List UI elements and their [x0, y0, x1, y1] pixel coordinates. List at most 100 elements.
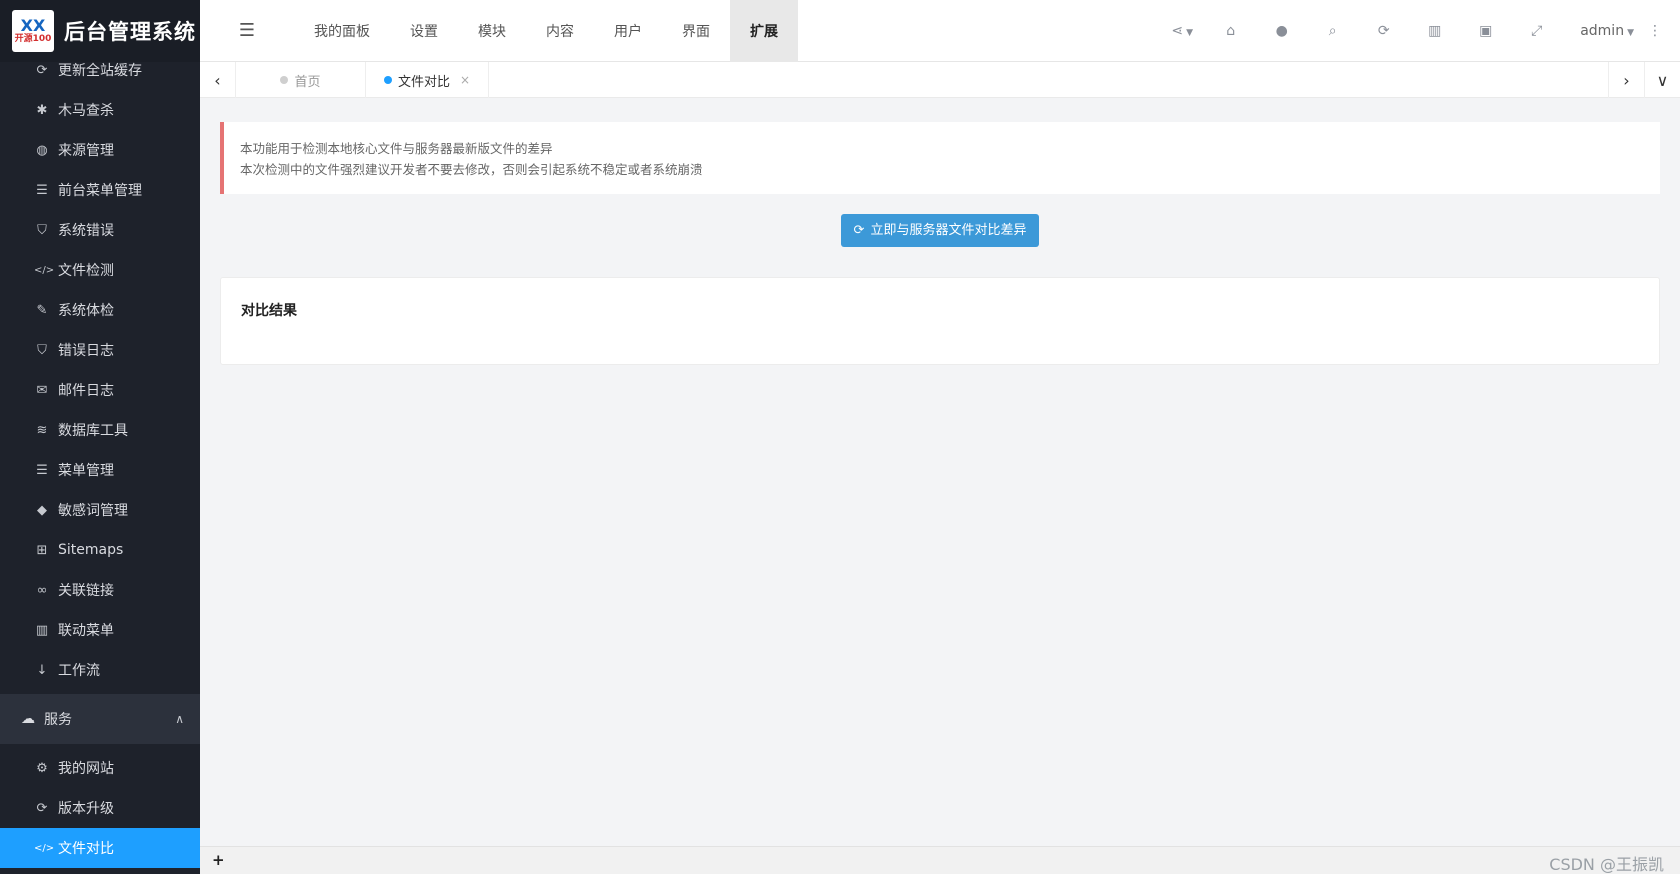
sidebar-toggle-icon[interactable]: ☰ [200, 0, 294, 62]
result-title: 对比结果 [241, 303, 297, 319]
tab-dot-active [384, 76, 392, 84]
columns-icon: ▥ [35, 622, 49, 638]
sidebar-item[interactable]: ▥ 联动菜单 [0, 610, 200, 650]
sidebar-item-label: 文件检测 [58, 263, 114, 279]
sidebar-item-label: 数据库工具 [58, 423, 128, 439]
wrench-icon: ✎ [36, 302, 48, 318]
nav-tab[interactable]: 扩展 [730, 0, 798, 62]
refresh-icon[interactable]: ⟳ [1358, 23, 1409, 39]
list-icon: ☰ [36, 462, 48, 478]
user-icon[interactable]: ● [1256, 23, 1307, 39]
sidebar-item[interactable]: ⚙ 我的网站 [0, 748, 200, 788]
tab-home[interactable]: 首页 [236, 62, 366, 98]
gear-icon: ⚙ [36, 760, 48, 776]
main-content: 本功能用于检测本地核心文件与服务器最新版文件的差异 本次检测中的文件强烈建议开发… [220, 122, 1660, 365]
sidebar-item[interactable]: ◍ 来源管理 [0, 130, 200, 170]
sidebar-item-label: 菜单管理 [58, 463, 114, 479]
mail-icon: ✉ [36, 382, 48, 398]
nav-tab[interactable]: 用户 [594, 0, 662, 62]
tabs-menu-icon[interactable]: ∨ [1644, 62, 1680, 98]
refresh-icon-glyph: ⟳ [1377, 23, 1390, 39]
user-name: admin [1580, 23, 1625, 39]
info-alert: 本功能用于检测本地核心文件与服务器最新版文件的差异 本次检测中的文件强烈建议开发… [220, 122, 1660, 194]
globe-icon: ◍ [36, 142, 48, 158]
sidebar-item[interactable]: ∞ 关联链接 [0, 570, 200, 610]
shield-icon: ⛉ [37, 222, 47, 238]
refresh-icon: ⟳ [36, 62, 48, 78]
nav-tab[interactable]: 我的面板 [294, 0, 390, 62]
sidebar-item[interactable]: ◆ 敏感词管理 [0, 490, 200, 530]
fullscreen-icon[interactable]: ⤢ [1511, 23, 1562, 39]
tabs-prev-icon[interactable]: ‹ [200, 62, 236, 98]
sidebar-item-label: Sitemaps [58, 542, 124, 558]
sidebar-item[interactable]: ☰ 前台菜单管理 [0, 170, 200, 210]
action-row: ⟳ 立即与服务器文件对比差异 [220, 214, 1660, 247]
trash-icon[interactable]: ▥ [1409, 23, 1460, 39]
sidebar-item-label: 错误日志 [58, 343, 114, 359]
home-icon[interactable]: ⌂ [1205, 23, 1256, 39]
compare-button[interactable]: ⟳ 立即与服务器文件对比差异 [841, 214, 1039, 247]
add-icon[interactable]: + [212, 851, 225, 869]
code-icon: </> [34, 264, 55, 276]
sidebar-item-label: 联动菜单 [58, 623, 114, 639]
sidebar-menu: ⟳ 更新全站缓存 ✱ 木马查杀 ◍ 来源管理 ☰ 前台菜单管理 ⛉ 系统错误 </> 文件检测 ✎ 系统体… [0, 50, 200, 868]
sidebar-item[interactable]: ⟳ 更新全站缓存 [0, 50, 200, 90]
sidebar-item[interactable]: ≋ 数据库工具 [0, 410, 200, 450]
app-title: 后台管理系统 [64, 20, 196, 44]
share-icon[interactable]: ⋖ ▼ [1159, 23, 1205, 39]
logo-mark-bottom: 开源100 [14, 34, 52, 44]
more-icon[interactable]: ⋮ [1648, 23, 1662, 39]
tab-file-compare[interactable]: 文件对比 × [366, 62, 490, 98]
watermark: CSDN @王振凯 [1549, 855, 1664, 874]
list-icon: ☰ [36, 182, 48, 198]
top-header: ☰ 我的面板 设置 模块 内容 用户 界面 扩展 ⋖ ▼ ⌂ ● ⌕ ⟳ ▥ ▣ ⤢ admin ▼ ⋮ [200, 0, 1680, 62]
sidebar-item-label: 版本升级 [58, 801, 114, 817]
sidebar-item[interactable]: ⟳ 版本升级 [0, 788, 200, 828]
tab-dot [280, 76, 289, 84]
sidebar-group-service[interactable]: ☁ 服务 ∧ [0, 694, 200, 744]
nav-tab[interactable]: 模块 [458, 0, 526, 62]
nav-tab[interactable]: 设置 [390, 0, 458, 62]
sidebar-item-label: 来源管理 [58, 143, 114, 159]
user-menu[interactable]: admin ▼ [1580, 23, 1634, 39]
tab-file-compare-label: 文件对比 [398, 74, 451, 90]
refresh-icon: ⟳ [853, 223, 865, 238]
caret-down-icon: ▼ [1627, 28, 1634, 38]
trash-icon-glyph: ▥ [1428, 23, 1442, 39]
nav-tab[interactable]: 界面 [662, 0, 730, 62]
sidebar-item-label: 我的网站 [58, 761, 114, 777]
fullscreen-icon-glyph: ⤢ [1531, 23, 1543, 39]
result-card: 对比结果 [220, 277, 1660, 365]
caret-down-icon: ▼ [1186, 28, 1194, 38]
header-tools: ⋖ ▼ ⌂ ● ⌕ ⟳ ▥ ▣ ⤢ admin ▼ ⋮ [1159, 0, 1662, 62]
tag-icon: ◆ [37, 502, 47, 518]
shield-icon: ⛉ [37, 342, 47, 358]
chevron-up-icon[interactable]: ∧ [175, 712, 184, 726]
sidebar-item-label: 工作流 [58, 663, 100, 679]
user-icon-glyph: ● [1275, 23, 1288, 39]
sidebar-item[interactable]: ↓ 工作流 [0, 650, 200, 690]
compare-button-label: 立即与服务器文件对比差异 [870, 223, 1027, 238]
sidebar-item[interactable]: </> 文件检测 [0, 250, 200, 290]
code-icon: </> [34, 842, 55, 854]
sidebar-item[interactable]: ⛉ 错误日志 [0, 330, 200, 370]
sidebar-item[interactable]: ✉ 邮件日志 [0, 370, 200, 410]
sidebar-item-label: 更新全站缓存 [58, 63, 142, 79]
sidebar-item[interactable]: ✎ 系统体检 [0, 290, 200, 330]
tab-home-label: 首页 [294, 74, 321, 90]
database-icon: ≋ [36, 422, 48, 438]
sidebar-item[interactable]: ☰ 菜单管理 [0, 450, 200, 490]
nav-tab[interactable]: 内容 [526, 0, 594, 62]
tab-close-icon[interactable]: × [460, 73, 470, 87]
sidebar-item[interactable]: </> 文件对比 [0, 828, 200, 868]
sidebar-item[interactable]: ⊞ Sitemaps [0, 530, 200, 570]
lock-icon[interactable]: ▣ [1460, 23, 1511, 39]
lock-icon-glyph: ▣ [1479, 23, 1493, 39]
search-icon[interactable]: ⌕ [1307, 23, 1358, 39]
sidebar-item[interactable]: ⛉ 系统错误 [0, 210, 200, 250]
alert-line-1: 本功能用于检测本地核心文件与服务器最新版文件的差异 [240, 141, 553, 156]
tabs-next-icon[interactable]: › [1608, 62, 1644, 98]
footer-bar: + CSDN @王振凯 [200, 846, 1680, 874]
sidebar-item[interactable]: ✱ 木马查杀 [0, 90, 200, 130]
logo-mark: XX 开源100 [12, 10, 54, 52]
